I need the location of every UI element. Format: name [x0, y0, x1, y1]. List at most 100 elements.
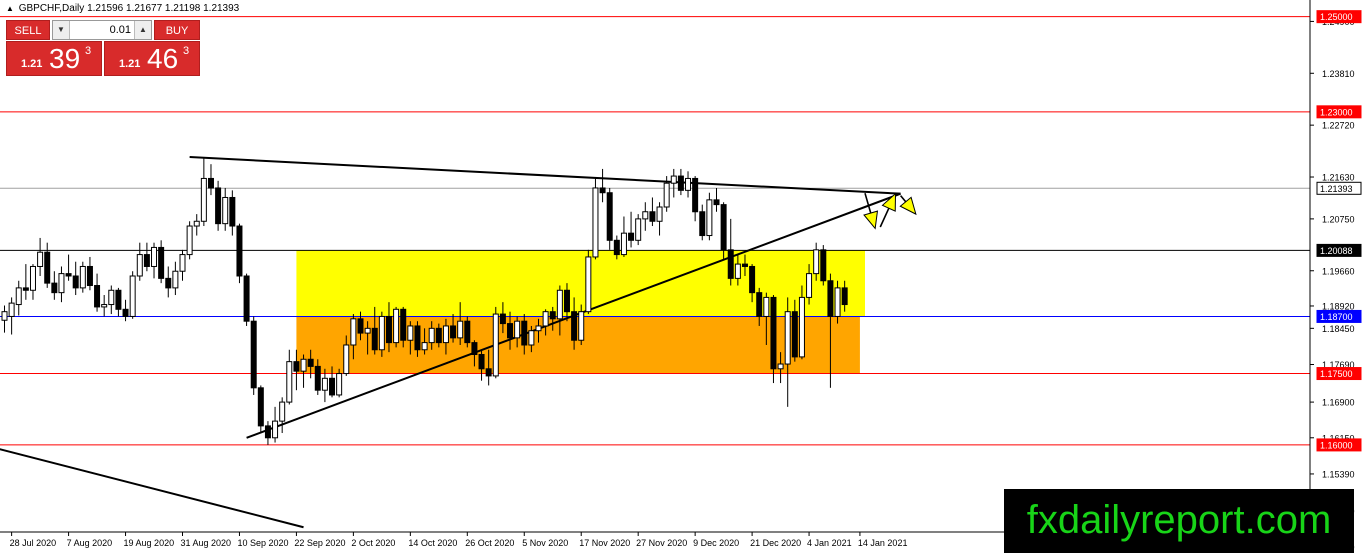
candle-body	[371, 327, 378, 351]
x-tick-label: 19 Aug 2020	[124, 538, 175, 548]
candle-body	[143, 254, 150, 267]
x-tick-label: 17 Nov 2020	[579, 538, 630, 548]
candle-body	[620, 232, 627, 256]
candle-body	[606, 192, 613, 241]
candle-body	[571, 311, 578, 341]
candle-body	[734, 263, 741, 279]
candle-body	[599, 187, 606, 194]
buy-price-button[interactable]: 1.21 46 3	[104, 41, 200, 76]
candle-body	[400, 308, 407, 341]
candle-body	[435, 327, 442, 344]
candle-body	[784, 311, 791, 365]
candle-body	[257, 387, 264, 427]
candle-body	[108, 289, 115, 306]
candle-body	[791, 311, 798, 358]
sell-price-prefix: 1.21	[21, 58, 43, 70]
y-tick-label: 1.19660	[1322, 266, 1355, 276]
y-tick-label: 1.22720	[1322, 121, 1355, 131]
candle-body	[300, 358, 307, 372]
candle-body	[179, 254, 186, 272]
candle-body	[343, 344, 350, 375]
candle-body	[649, 211, 656, 222]
price-level-label: 1.21393	[1320, 184, 1353, 194]
candle-body	[464, 320, 471, 344]
candle-body	[642, 211, 649, 220]
candle-body	[86, 265, 93, 287]
candle-body	[58, 273, 65, 294]
buy-button[interactable]: BUY	[154, 20, 200, 40]
price-level-label: 1.20088	[1320, 246, 1353, 256]
candle-body	[158, 246, 165, 279]
candle-body	[813, 249, 820, 275]
candle-body	[827, 280, 834, 317]
sell-button[interactable]: SELL	[6, 20, 50, 40]
candle-body	[499, 313, 506, 325]
candle-body	[236, 225, 243, 277]
candle-body	[29, 265, 36, 291]
candle-body	[535, 325, 542, 332]
candle-body	[329, 377, 336, 396]
lot-increase-icon[interactable]: ▲	[134, 21, 151, 39]
candle-body	[222, 196, 229, 225]
lot-size-stepper[interactable]: ▼ 0.01 ▲	[52, 20, 152, 40]
candle-body	[841, 287, 848, 306]
candle-body	[485, 368, 492, 377]
candle-body	[635, 218, 642, 241]
x-tick-label: 4 Jan 2021	[807, 538, 852, 548]
candle-body	[713, 199, 720, 206]
x-tick-label: 9 Dec 2020	[693, 538, 739, 548]
zone-yellow	[296, 250, 866, 317]
projection-arrow-head	[881, 192, 897, 212]
chart-area[interactable]: 1.249001.238101.227201.216301.207501.196…	[0, 0, 1362, 553]
y-tick-label: 1.21630	[1322, 173, 1355, 183]
candle-body	[613, 239, 620, 256]
x-tick-label: 7 Aug 2020	[67, 538, 113, 548]
candle-body	[1, 311, 8, 321]
candle-body	[186, 225, 193, 256]
lot-decrease-icon[interactable]: ▼	[53, 21, 70, 39]
candlestick-chart[interactable]: 1.249001.238101.227201.216301.207501.196…	[0, 0, 1362, 553]
candle-body	[806, 273, 813, 298]
one-click-trade-panel: SELL ▼ 0.01 ▲ BUY 1.21 39 3 1.21 46 3	[6, 20, 200, 76]
candle-body	[628, 232, 635, 241]
candle-body	[215, 187, 222, 225]
candle-body	[542, 311, 549, 327]
candle-body	[763, 296, 770, 317]
ohlc-values: 1.21596 1.21677 1.21198 1.21393	[87, 3, 240, 14]
candle-body	[151, 246, 158, 267]
candle-body	[727, 249, 734, 279]
candle-body	[307, 358, 314, 367]
x-tick-label: 31 Aug 2020	[181, 538, 232, 548]
y-tick-label: 1.15390	[1322, 469, 1355, 479]
candle-body	[207, 177, 214, 189]
candle-body	[229, 196, 236, 227]
lot-size-value[interactable]: 0.01	[71, 21, 133, 39]
candle-body	[279, 401, 286, 422]
candle-body	[507, 323, 514, 339]
y-tick-label: 1.23810	[1322, 69, 1355, 79]
x-tick-label: 10 Sep 2020	[237, 538, 288, 548]
candle-body	[72, 275, 79, 289]
x-tick-label: 14 Oct 2020	[408, 538, 457, 548]
candle-body	[706, 199, 713, 237]
candle-body	[756, 292, 763, 317]
candle-body	[720, 204, 727, 251]
candle-body	[350, 318, 357, 346]
candle-body	[336, 373, 343, 396]
candle-body	[286, 361, 293, 403]
candle-body	[122, 308, 129, 317]
x-tick-label: 26 Oct 2020	[465, 538, 514, 548]
candle-body	[414, 325, 421, 351]
candle-body	[272, 420, 279, 439]
sell-price-fraction: 3	[85, 45, 92, 57]
candle-body	[129, 275, 136, 317]
price-level-label: 1.25000	[1320, 12, 1353, 22]
candle-body	[741, 263, 748, 267]
sell-price-button[interactable]: 1.21 39 3	[6, 41, 102, 76]
buy-price-prefix: 1.21	[119, 58, 141, 70]
collapse-triangle-icon[interactable]: ▲	[6, 4, 14, 13]
candle-body	[314, 365, 321, 391]
price-level-label: 1.23000	[1320, 107, 1353, 117]
projection-arrow-shaft	[879, 207, 890, 228]
y-tick-label: 1.16900	[1322, 398, 1355, 408]
